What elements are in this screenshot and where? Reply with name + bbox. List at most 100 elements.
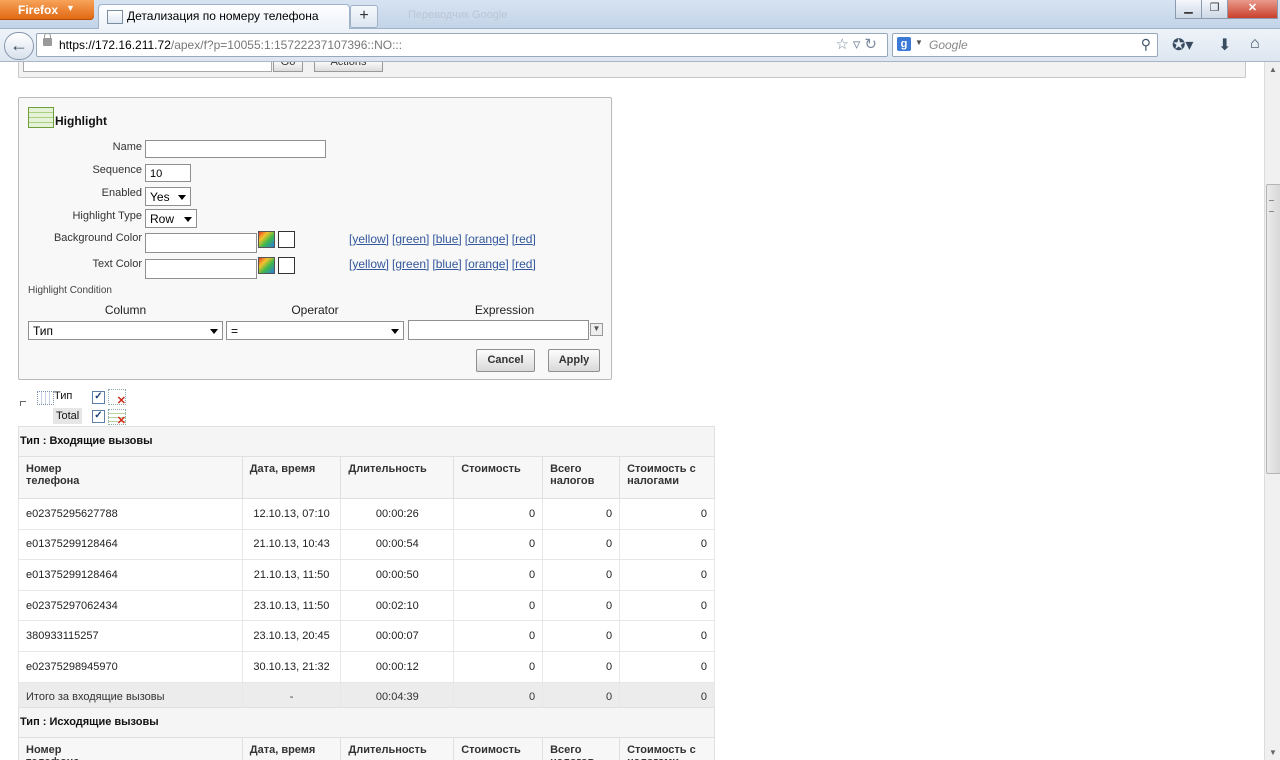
enabled-value: Yes bbox=[150, 190, 170, 204]
bookmarks-menu-icon[interactable]: ✪▾ bbox=[1172, 35, 1193, 55]
browser-tab[interactable]: Детализация по номеру телефона bbox=[98, 4, 350, 29]
color-swatch bbox=[278, 257, 295, 274]
column-select[interactable]: Тип bbox=[28, 321, 223, 340]
firefox-menu-button[interactable]: Firefox ▼ bbox=[0, 0, 94, 20]
enabled-label: Enabled bbox=[101, 187, 142, 199]
cell-cost: 0 bbox=[453, 589, 544, 622]
highlight-type-label: Highlight Type bbox=[72, 210, 142, 222]
cell-duration: 00:00:54 bbox=[340, 528, 455, 561]
bookmark-star-icon[interactable]: ☆▿↻ bbox=[835, 35, 881, 53]
scrollbar-thumb[interactable] bbox=[1266, 184, 1280, 474]
col-header-phone[interactable]: Номер телефона bbox=[18, 737, 243, 760]
background-color-input[interactable] bbox=[145, 233, 257, 253]
scroll-down-icon[interactable]: ▼ bbox=[1269, 748, 1277, 757]
bg-color-yellow-link[interactable]: [yellow] bbox=[349, 232, 389, 246]
bg-color-blue-link[interactable]: [blue] bbox=[432, 232, 461, 246]
operator-heading: Operator bbox=[291, 303, 339, 317]
operator-value: = bbox=[231, 324, 239, 338]
apply-button[interactable]: Apply bbox=[548, 349, 600, 372]
minimize-window-button[interactable]: ▁ bbox=[1175, 0, 1202, 19]
col-header-cost-with-taxes[interactable]: Стоимость с налогами bbox=[619, 737, 715, 760]
window-titlebar: Firefox ▼ Детализация по номеру телефона… bbox=[0, 0, 1280, 29]
cell-duration: 00:00:07 bbox=[340, 620, 455, 652]
text-color-yellow-link[interactable]: [yellow] bbox=[349, 257, 389, 271]
expression-lov-icon[interactable]: ▼ bbox=[590, 323, 603, 336]
search-bar[interactable]: g ▼ Google ⚲ bbox=[892, 33, 1158, 57]
actions-button[interactable]: Actions bbox=[314, 62, 383, 72]
col-header-cost-with-taxes[interactable]: Стоимость с налогами bbox=[619, 456, 715, 499]
cell-cost: 0 bbox=[453, 559, 544, 591]
cell-cost: 0 bbox=[453, 528, 544, 561]
bg-color-red-link[interactable]: [red] bbox=[512, 232, 536, 246]
google-engine-icon[interactable]: g bbox=[897, 37, 911, 51]
chevron-down-icon bbox=[210, 329, 218, 334]
col-header-datetime[interactable]: Дата, время bbox=[241, 456, 342, 499]
expression-input[interactable] bbox=[408, 320, 589, 340]
search-placeholder: Google bbox=[929, 38, 968, 52]
color-picker-icon[interactable] bbox=[258, 231, 275, 248]
enabled-select[interactable]: Yes bbox=[145, 187, 191, 206]
home-icon[interactable]: ⌂ bbox=[1250, 35, 1260, 53]
table-row: e02375298945970 30.10.13, 21:32 00:00:12… bbox=[18, 650, 715, 683]
text-color-input[interactable] bbox=[145, 259, 257, 279]
chevron-down-icon bbox=[184, 217, 192, 222]
new-tab-button[interactable]: + bbox=[350, 5, 378, 28]
cell-datetime: 21.10.13, 10:43 bbox=[241, 528, 342, 561]
text-color-orange-link[interactable]: [orange] bbox=[465, 257, 509, 271]
cell-cost-with-taxes: 0 bbox=[619, 650, 715, 683]
cell-phone: 380933115257 bbox=[18, 620, 243, 652]
cell-cost-with-taxes: 0 bbox=[619, 620, 715, 652]
vertical-scrollbar[interactable]: ▲ ▼ bbox=[1264, 62, 1280, 760]
text-color-green-link[interactable]: [green] bbox=[392, 257, 429, 271]
scroll-up-icon[interactable]: ▲ bbox=[1269, 65, 1277, 74]
report-search-input[interactable] bbox=[23, 62, 272, 72]
cell-datetime: 23.10.13, 20:45 bbox=[241, 620, 342, 652]
sequence-label: Sequence bbox=[92, 164, 142, 176]
color-swatch bbox=[278, 231, 295, 248]
url-text: https://172.16.211.72/apex/f?p=10055:1:1… bbox=[59, 38, 403, 52]
highlight-type-value: Row bbox=[150, 212, 175, 226]
cell-datetime: 30.10.13, 21:32 bbox=[241, 650, 342, 683]
chevron-down-icon: ▼ bbox=[915, 38, 923, 47]
col-header-cost[interactable]: Стоимость bbox=[453, 456, 544, 499]
remove-break-icon[interactable] bbox=[108, 389, 126, 407]
background-tab[interactable]: Переводчик Google bbox=[382, 5, 648, 25]
break-label-total: Total bbox=[56, 410, 80, 422]
col-header-taxes[interactable]: Всего налогов bbox=[542, 737, 621, 760]
cancel-button[interactable]: Cancel bbox=[476, 349, 535, 372]
go-button[interactable]: Go bbox=[273, 62, 303, 72]
name-input[interactable] bbox=[145, 140, 326, 158]
background-color-label: Background Color bbox=[53, 232, 142, 244]
page-favicon-icon bbox=[107, 10, 123, 24]
back-arrow-icon[interactable]: ← bbox=[4, 32, 34, 60]
color-picker-icon[interactable] bbox=[258, 257, 275, 274]
cell-cost-with-taxes: 0 bbox=[619, 559, 715, 591]
col-header-phone[interactable]: Номер телефона bbox=[18, 456, 243, 499]
table-row: e01375299128464 21.10.13, 11:50 00:00:50… bbox=[18, 559, 715, 591]
col-header-duration[interactable]: Длительность bbox=[340, 737, 455, 760]
magnifier-icon[interactable]: ⚲ bbox=[1141, 36, 1151, 53]
text-color-red-link[interactable]: [red] bbox=[512, 257, 536, 271]
cell-duration: 00:02:10 bbox=[340, 589, 455, 622]
break-type-checkbox[interactable]: ✓ bbox=[92, 391, 105, 404]
operator-select[interactable]: = bbox=[226, 321, 404, 340]
close-window-button[interactable]: ✕ bbox=[1227, 0, 1278, 19]
total-checkbox[interactable]: ✓ bbox=[92, 410, 105, 423]
col-header-datetime[interactable]: Дата, время bbox=[241, 737, 342, 760]
remove-total-icon[interactable] bbox=[108, 409, 126, 427]
downloads-icon[interactable]: ⬇ bbox=[1218, 35, 1231, 55]
col-header-cost[interactable]: Стоимость bbox=[453, 737, 544, 760]
cell-taxes: 0 bbox=[542, 620, 621, 652]
col-header-duration[interactable]: Длительность bbox=[340, 456, 455, 499]
address-bar[interactable]: https://172.16.211.72/apex/f?p=10055:1:1… bbox=[36, 33, 888, 57]
bg-color-green-link[interactable]: [green] bbox=[392, 232, 429, 246]
bg-color-orange-link[interactable]: [orange] bbox=[465, 232, 509, 246]
sequence-input[interactable]: 10 bbox=[145, 164, 191, 182]
restore-window-button[interactable]: ❐ bbox=[1201, 0, 1228, 19]
highlight-panel: Highlight Name Sequence 10 Enabled Yes H… bbox=[18, 97, 612, 380]
col-header-taxes[interactable]: Всего налогов bbox=[542, 456, 621, 499]
highlight-type-select[interactable]: Row bbox=[145, 209, 197, 228]
text-color-blue-link[interactable]: [blue] bbox=[432, 257, 461, 271]
lock-icon bbox=[43, 33, 52, 46]
report-search-bar: Go Actions bbox=[18, 62, 1246, 78]
